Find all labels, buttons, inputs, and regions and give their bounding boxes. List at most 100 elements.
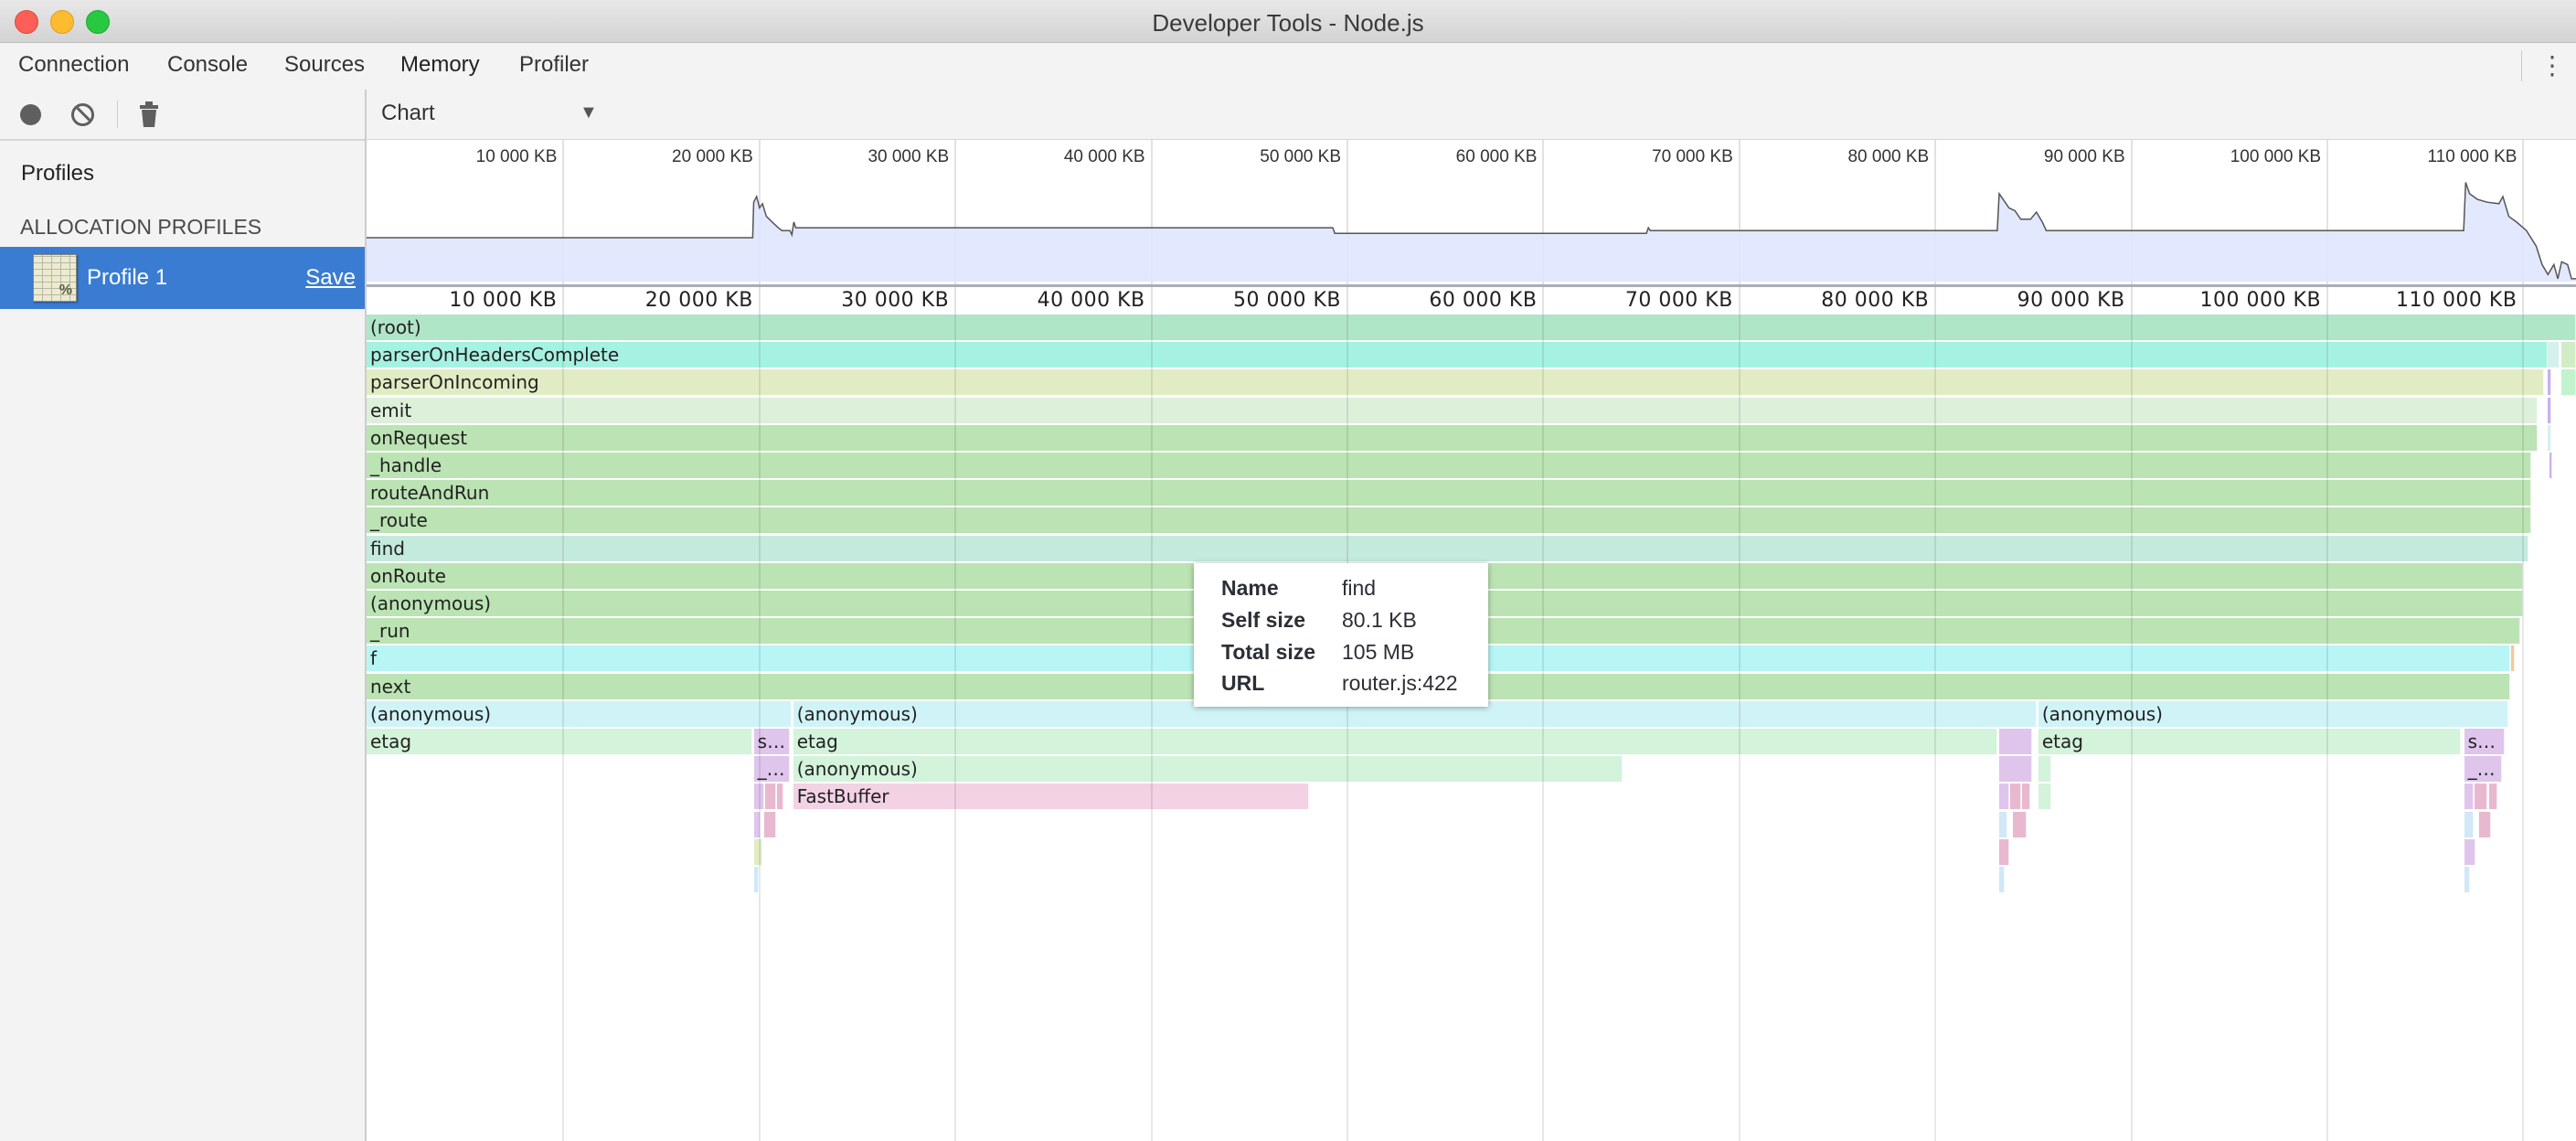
flame-frame[interactable] xyxy=(2548,397,2551,423)
flame-frame[interactable]: emit xyxy=(367,397,2539,423)
ruler-gridline xyxy=(2522,287,2525,315)
flame-frame[interactable] xyxy=(2479,811,2492,837)
ruler-gridline xyxy=(758,287,761,315)
sidebar-item-profile-1[interactable]: % Profile 1 Save xyxy=(0,247,365,309)
flame-frame[interactable] xyxy=(2464,838,2475,865)
tooltip-value: find xyxy=(1342,576,1377,600)
ruler-gridline xyxy=(1542,287,1545,315)
overview-tick-label: 10 000 KB xyxy=(475,147,558,166)
flame-frame[interactable] xyxy=(1998,838,2009,865)
ruler-tick-label: 110 000 KB xyxy=(2395,289,2517,312)
flame-frame[interactable]: (anonymous) xyxy=(2038,700,2509,727)
overview-tick-label: 40 000 KB xyxy=(1063,147,1145,166)
frame-tooltip: Name find Self size 80.1 KB Total size 105 … xyxy=(1194,563,1488,707)
ruler-tick-label: 40 000 KB xyxy=(1037,289,1145,312)
flame-frame[interactable] xyxy=(2561,342,2576,368)
tab-connection[interactable]: Connection xyxy=(11,52,136,90)
flame-frame[interactable]: _handle xyxy=(367,453,2532,478)
flame-frame[interactable] xyxy=(753,811,761,837)
flame-frame[interactable] xyxy=(1998,784,2009,810)
ruler-tick-label: 50 000 KB xyxy=(1233,289,1342,312)
flame-frame[interactable]: s… xyxy=(753,729,791,754)
ruler-tick-label: 70 000 KB xyxy=(1624,289,1733,312)
flame-frame[interactable]: s… xyxy=(2464,729,2506,754)
flame-frame[interactable] xyxy=(2510,645,2515,672)
flame-frame[interactable]: onRequest xyxy=(367,424,2539,451)
profile-sheet-icon: % xyxy=(33,254,77,302)
tooltip-value: 80.1 KB xyxy=(1342,608,1417,632)
tooltip-key: Name xyxy=(1221,576,1279,600)
flame-frame[interactable] xyxy=(764,811,777,837)
title-bar: Developer Tools - Node.js xyxy=(0,0,2576,43)
overview-tick-label: 20 000 KB xyxy=(672,147,753,166)
percent-glyph: % xyxy=(59,283,72,298)
flame-frame[interactable]: etag xyxy=(793,729,1998,754)
flame-chart[interactable]: (root) parserOnHeadersComplete parserOnInc… xyxy=(367,315,2576,1141)
flame-frame[interactable]: parserOnIncoming xyxy=(367,369,2545,396)
ruler-gridline xyxy=(2130,287,2133,315)
flame-frame[interactable]: FastBuffer xyxy=(793,784,1310,810)
ruler-gridline xyxy=(1934,287,1937,315)
clear-icon[interactable] xyxy=(71,103,94,126)
flame-frame[interactable] xyxy=(753,784,765,810)
flame-frame[interactable] xyxy=(2038,756,2051,783)
flame-frame[interactable] xyxy=(1998,729,2032,754)
flame-frame[interactable]: etag xyxy=(367,729,752,754)
overview-tick-label: 90 000 KB xyxy=(2043,147,2125,166)
trash-icon[interactable] xyxy=(140,101,158,127)
flame-frame[interactable]: (anonymous) xyxy=(793,756,1623,783)
flame-frame[interactable] xyxy=(765,784,777,810)
save-profile-link[interactable]: Save xyxy=(305,265,356,291)
profiles-heading[interactable]: Profiles xyxy=(21,161,94,187)
flame-frame[interactable] xyxy=(2464,811,2474,837)
flame-frame[interactable] xyxy=(753,838,763,865)
ruler-gridline xyxy=(2326,287,2329,315)
flame-frame[interactable]: routeAndRun xyxy=(367,480,2532,507)
flame-frame[interactable] xyxy=(2013,811,2027,837)
flame-frame[interactable] xyxy=(1998,867,2006,892)
flame-frame[interactable] xyxy=(1998,811,2007,837)
flame-frame[interactable]: _… xyxy=(2464,756,2502,783)
tab-sources[interactable]: Sources xyxy=(277,52,372,90)
flame-frame[interactable] xyxy=(2021,784,2031,810)
overview-tick-label: 100 000 KB xyxy=(2230,147,2322,166)
flame-frame[interactable] xyxy=(777,784,783,810)
flame-frame[interactable] xyxy=(2464,867,2470,892)
flame-frame[interactable] xyxy=(2474,784,2487,810)
flame-frame[interactable] xyxy=(753,867,759,892)
flame-frame[interactable]: _… xyxy=(753,756,791,783)
overview-tick-label: 110 000 KB xyxy=(2427,147,2517,166)
flame-frame[interactable]: (root) xyxy=(367,315,2576,340)
size-ruler: 10 000 KB 20 000 KB 30 000 KB 40 000 KB 50 0… xyxy=(367,287,2576,315)
ruler-tick-label: 90 000 KB xyxy=(2017,289,2125,312)
sidebar-toolbar xyxy=(0,90,365,141)
allocation-profiles-heading: ALLOCATION PROFILES xyxy=(20,215,262,239)
ruler-tick-label: 60 000 KB xyxy=(1429,289,1538,312)
view-mode-select[interactable]: Chart ▼ xyxy=(381,101,601,128)
flame-frame[interactable]: etag xyxy=(2038,729,2461,754)
record-icon[interactable] xyxy=(20,104,41,125)
tab-profiler[interactable]: Profiler xyxy=(512,52,596,90)
more-options-icon[interactable]: ⋮ xyxy=(2539,50,2565,80)
tab-memory[interactable]: Memory xyxy=(384,52,496,93)
tooltip-key: URL xyxy=(1221,671,1265,695)
flame-frame[interactable]: parserOnHeadersComplete xyxy=(367,342,2549,368)
flame-frame[interactable] xyxy=(2548,424,2551,451)
flame-frame[interactable]: find xyxy=(367,535,2528,561)
flame-frame[interactable]: (anonymous) xyxy=(367,700,793,727)
flame-frame[interactable] xyxy=(1998,756,2032,783)
tab-console[interactable]: Console xyxy=(160,52,255,90)
flame-frame[interactable] xyxy=(2038,784,2051,810)
flame-frame[interactable] xyxy=(2548,369,2551,396)
flame-frame[interactable] xyxy=(2464,784,2474,810)
view-mode-value: Chart xyxy=(381,101,435,125)
allocation-overview[interactable]: 10 000 KB 20 000 KB 30 000 KB 40 000 KB 50 0… xyxy=(367,140,2576,287)
flame-frame[interactable]: _route xyxy=(367,507,2532,534)
flame-frame[interactable] xyxy=(2548,342,2560,368)
flame-frame[interactable] xyxy=(2489,784,2497,810)
flame-frame[interactable] xyxy=(2549,453,2552,478)
tooltip-key: Self size xyxy=(1221,608,1306,632)
ruler-gridline xyxy=(562,287,565,315)
flame-frame[interactable] xyxy=(2561,369,2576,396)
flame-frame[interactable] xyxy=(2009,784,2021,810)
